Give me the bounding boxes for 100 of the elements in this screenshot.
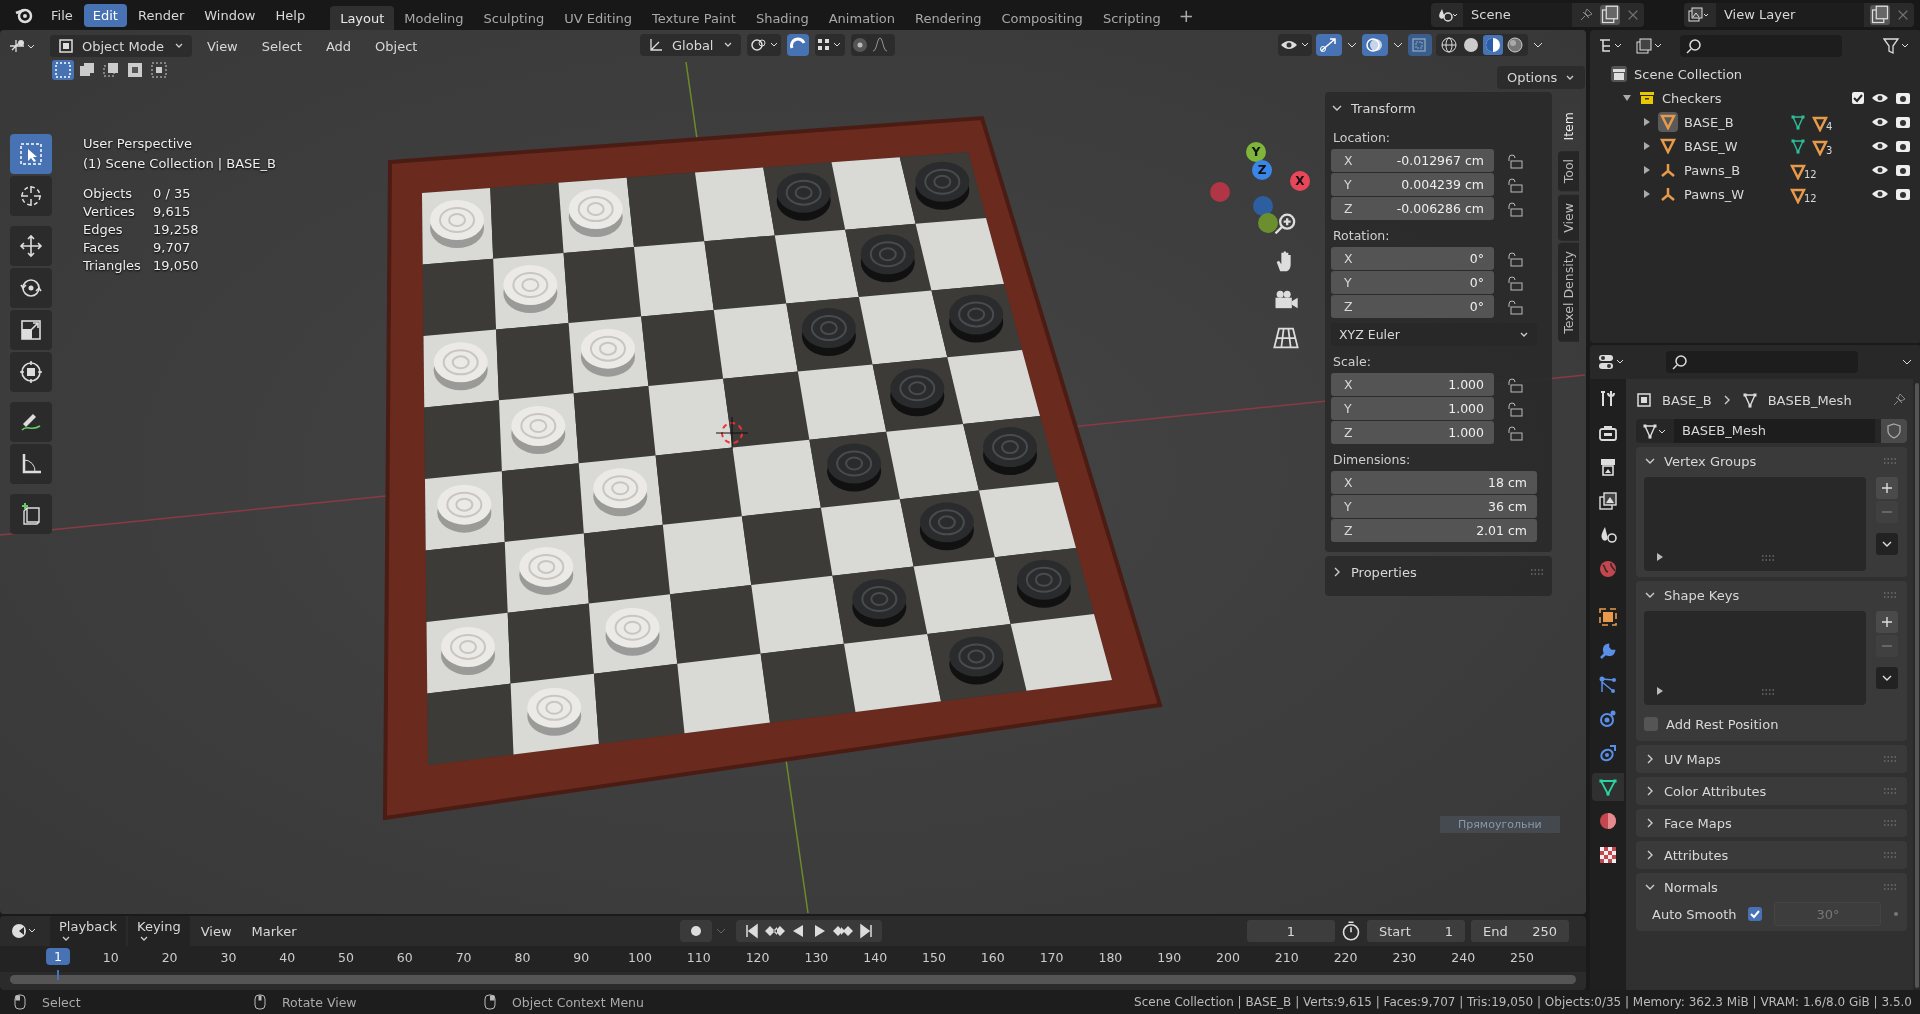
scrollbar[interactable] — [1915, 383, 1920, 988]
select-tool[interactable] — [10, 134, 52, 174]
workspace-tab[interactable]: Texture Paint — [642, 6, 746, 30]
number-field[interactable]: Y 0° — [1331, 271, 1494, 294]
panel-header[interactable]: Normals — [1644, 873, 1900, 901]
workspace-tab[interactable]: UV Editing — [554, 6, 642, 30]
close-icon[interactable] — [1626, 8, 1640, 22]
collection-name[interactable]: Checkers — [1662, 90, 1722, 106]
inverted-triangle-icon[interactable] — [1812, 139, 1828, 156]
expand-triangle-icon[interactable] — [1656, 553, 1664, 561]
axis-ball[interactable]: Z — [1252, 160, 1272, 180]
record-button[interactable] — [680, 920, 712, 942]
cursor-tool[interactable] — [10, 176, 52, 216]
object-name[interactable]: Pawns_B — [1684, 162, 1741, 178]
eye-icon[interactable] — [1871, 163, 1890, 177]
start-frame-field[interactable]: Start 1 — [1367, 920, 1465, 942]
axis-ball[interactable]: X — [1290, 171, 1310, 191]
pin-icon[interactable] — [1578, 7, 1594, 23]
eye-icon[interactable] — [1871, 91, 1890, 105]
menu-item[interactable]: Help — [266, 3, 315, 27]
camera-icon[interactable] — [1895, 139, 1912, 153]
lock-open-icon[interactable] — [1508, 298, 1524, 315]
menu-item[interactable]: Edit — [83, 3, 127, 27]
timeline-menu[interactable]: Marker — [242, 915, 306, 947]
duplicate-icon[interactable] — [1870, 5, 1890, 25]
panel-header[interactable]: Shape Keys — [1644, 581, 1900, 609]
eye-icon[interactable] — [1871, 115, 1890, 129]
rotate-tool[interactable] — [10, 268, 52, 308]
sidebar-tab[interactable]: View — [1558, 194, 1579, 241]
search-field[interactable] — [1680, 35, 1842, 57]
scene-selector[interactable]: Scene — [1431, 3, 1644, 27]
collapsed-triangle-icon[interactable] — [1642, 189, 1652, 199]
select-new-icon[interactable] — [52, 60, 74, 80]
sidebar-tab[interactable]: Texel Density — [1558, 243, 1579, 343]
grip-icon[interactable] — [1761, 689, 1777, 695]
overlays-icon[interactable] — [1362, 34, 1388, 56]
viewport-menu[interactable]: Object — [366, 34, 427, 58]
fake-user-button[interactable] — [1881, 419, 1908, 443]
lock-open-icon[interactable] — [1508, 274, 1524, 291]
mesh-data-icon[interactable] — [1790, 114, 1806, 130]
measure-tool[interactable] — [10, 444, 52, 484]
collapsed-triangle-icon[interactable] — [1642, 141, 1652, 151]
number-field[interactable]: Z -0.006286 cm — [1331, 197, 1494, 220]
checkbox[interactable] — [1644, 717, 1658, 731]
inverted-triangle-icon[interactable] — [1790, 163, 1806, 180]
breadcrumb-item[interactable]: BASE_B — [1662, 392, 1712, 408]
number-field[interactable]: X -0.012967 cm — [1331, 149, 1494, 172]
eye-icon[interactable] — [1871, 187, 1890, 201]
viewport-menu[interactable]: Add — [316, 34, 361, 58]
specials-button[interactable] — [1876, 533, 1898, 555]
checkbox-checked-icon[interactable] — [1851, 91, 1866, 105]
viewport-menu[interactable]: Select — [252, 34, 311, 58]
object-name[interactable]: BASE_W — [1684, 138, 1738, 154]
lock-open-icon[interactable] — [1508, 152, 1524, 169]
workspace-tab[interactable]: Layout — [330, 6, 395, 30]
transform-tool[interactable] — [10, 352, 52, 392]
rendered-sphere-icon[interactable] — [1505, 35, 1525, 55]
orientation-dropdown[interactable]: Global — [640, 34, 742, 56]
lock-open-icon[interactable] — [1508, 376, 1524, 393]
scene-collection-label[interactable]: Scene Collection — [1634, 66, 1743, 82]
timeline-menu[interactable]: Playback — [50, 915, 126, 947]
panel-header[interactable]: Transform — [1331, 94, 1546, 122]
duplicate-icon[interactable] — [1600, 5, 1620, 25]
number-field[interactable]: Z 2.01 cm — [1331, 519, 1537, 542]
timeline-menu[interactable]: View — [191, 915, 241, 947]
object-name[interactable]: Pawns_W — [1684, 186, 1745, 202]
workspace-tab[interactable]: Animation — [818, 6, 905, 30]
workspace-tab[interactable]: Sculpting — [473, 6, 555, 30]
collapsed-triangle-icon[interactable] — [1642, 117, 1652, 127]
rotation-mode-dropdown[interactable]: XYZ Euler — [1331, 323, 1537, 346]
collapsed-triangle-icon[interactable] — [1642, 165, 1652, 175]
number-field[interactable]: Z 1.000 — [1331, 421, 1494, 444]
viewport-menu[interactable]: View — [197, 34, 247, 58]
annotate-tool[interactable] — [10, 402, 52, 442]
number-field[interactable]: X 18 cm — [1331, 471, 1537, 494]
snap-magnet-icon[interactable] — [787, 34, 810, 56]
material-sphere-icon[interactable] — [1483, 35, 1503, 55]
image-stack-icon[interactable] — [1688, 7, 1710, 23]
checkbox-label[interactable]: Add Rest Position — [1666, 716, 1779, 732]
workspace-tab[interactable]: Rendering — [905, 6, 992, 30]
wireframe-sphere-icon[interactable] — [1439, 35, 1459, 55]
workspace-tab[interactable]: Modeling — [394, 6, 474, 30]
object-type-button[interactable] — [1658, 136, 1678, 156]
axis-ball[interactable]: Y — [1246, 142, 1266, 162]
lock-open-icon[interactable] — [1508, 200, 1524, 217]
pivot-icon[interactable] — [747, 34, 782, 56]
pin-icon[interactable] — [1891, 392, 1908, 408]
move-tool[interactable] — [10, 226, 52, 266]
lock-open-icon[interactable] — [1508, 400, 1524, 417]
stopwatch-icon[interactable] — [1341, 921, 1361, 941]
grip-icon[interactable] — [1530, 568, 1546, 576]
menu-item[interactable]: File — [42, 3, 82, 27]
workspace-tab[interactable]: Shading — [745, 6, 819, 30]
number-field[interactable]: Z 0° — [1331, 295, 1494, 318]
number-field[interactable]: X 1.000 — [1331, 373, 1494, 396]
expanded-triangle-icon[interactable] — [1622, 93, 1632, 103]
prev-keyframe-icon[interactable] — [764, 923, 786, 939]
add-workspace-button[interactable]: + — [1170, 4, 1202, 26]
number-field[interactable]: X 0° — [1331, 247, 1494, 270]
options-dropdown[interactable]: Options — [1497, 66, 1586, 89]
